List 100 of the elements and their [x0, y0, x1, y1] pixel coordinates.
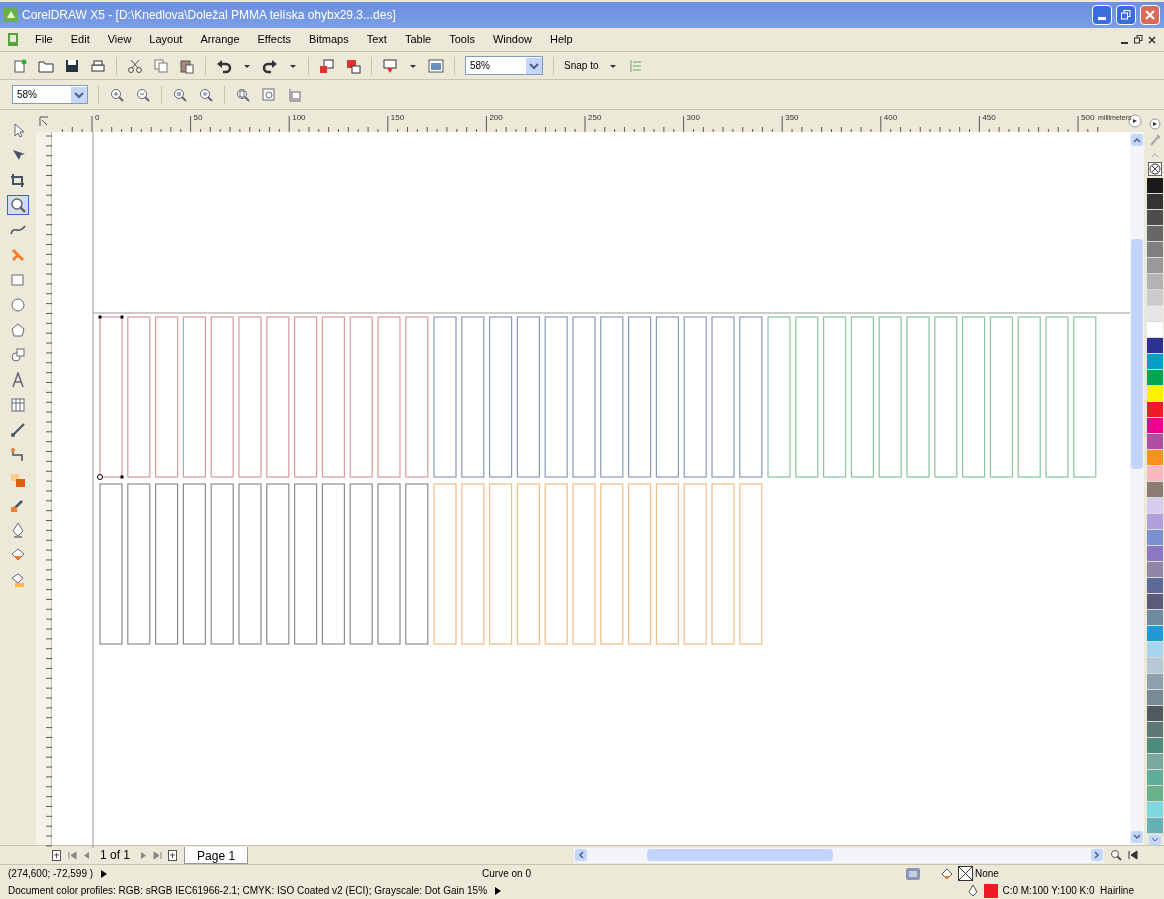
zoom-all-icon[interactable] — [198, 86, 214, 103]
navigator-icon[interactable] — [1128, 850, 1139, 860]
color-swatch[interactable] — [1147, 690, 1163, 706]
previous-page-icon[interactable] — [83, 850, 90, 860]
menu-item[interactable]: Bitmaps — [308, 31, 349, 48]
zoom-in-icon[interactable] — [109, 86, 125, 103]
color-swatch[interactable] — [1147, 354, 1163, 370]
color-swatch[interactable] — [1147, 498, 1163, 514]
undo-icon[interactable] — [216, 57, 232, 74]
welcome-screen-icon[interactable] — [428, 57, 444, 74]
color-swatch[interactable] — [1147, 706, 1163, 722]
menu-item[interactable]: Arrange — [200, 31, 240, 48]
color-swatch[interactable] — [1147, 466, 1163, 482]
scroll-right-icon[interactable] — [1091, 849, 1104, 861]
scroll-down-icon[interactable] — [1149, 835, 1161, 845]
next-page-icon[interactable] — [140, 850, 148, 860]
last-page-icon[interactable] — [153, 850, 163, 860]
menu-item[interactable]: Tools — [449, 31, 475, 48]
first-page-icon[interactable] — [68, 850, 77, 860]
scroll-up-icon[interactable] — [1131, 134, 1143, 146]
color-swatch[interactable] — [1147, 402, 1163, 418]
color-swatch[interactable] — [1147, 226, 1163, 242]
tool-button[interactable] — [7, 195, 29, 215]
color-swatch[interactable] — [1147, 290, 1163, 306]
menu-item[interactable]: Window — [492, 31, 532, 48]
color-swatch[interactable] — [1147, 418, 1163, 434]
menu-item[interactable]: Table — [404, 31, 432, 48]
color-swatch[interactable] — [1147, 610, 1163, 626]
color-swatch[interactable] — [1147, 674, 1163, 690]
menu-item[interactable]: File — [35, 31, 53, 48]
color-swatch[interactable] — [1147, 370, 1163, 386]
page-tab[interactable]: Page 1 — [184, 846, 249, 864]
minimize-button[interactable] — [1092, 5, 1112, 25]
print-icon[interactable] — [90, 57, 106, 74]
fill-bucket-icon[interactable] — [940, 866, 954, 881]
expand-arrow-icon[interactable] — [495, 886, 502, 895]
zoom-icon[interactable] — [1110, 849, 1123, 861]
selection-handles[interactable] — [97, 315, 124, 480]
menu-item[interactable]: Help — [550, 31, 573, 48]
close-icon[interactable] — [1148, 35, 1156, 44]
color-swatch[interactable] — [1147, 514, 1163, 530]
scroll-thumb[interactable] — [647, 849, 834, 861]
color-swatch[interactable] — [1147, 194, 1163, 210]
cut-icon[interactable] — [127, 57, 143, 74]
export-icon[interactable] — [345, 57, 361, 74]
expand-arrow-icon[interactable] — [101, 869, 108, 878]
zoom-selected-icon[interactable] — [172, 86, 188, 103]
color-swatch[interactable] — [1147, 450, 1163, 466]
color-swatch[interactable] — [1147, 546, 1163, 562]
color-swatch[interactable] — [1147, 770, 1163, 786]
color-swatch[interactable] — [1147, 722, 1163, 738]
zoom-height-icon[interactable] — [287, 86, 303, 103]
add-page-icon[interactable] — [52, 849, 62, 861]
color-swatch[interactable] — [1147, 258, 1163, 274]
color-swatch[interactable] — [1147, 178, 1163, 194]
close-button[interactable] — [1140, 5, 1160, 25]
pen-nib-icon[interactable] — [968, 884, 979, 897]
color-swatch[interactable] — [1147, 322, 1163, 338]
color-swatch[interactable] — [1147, 802, 1163, 818]
color-swatch[interactable] — [1147, 274, 1163, 290]
color-swatch[interactable] — [1147, 338, 1163, 354]
copy-icon[interactable] — [153, 57, 169, 74]
snap-to-button[interactable]: Snap to — [564, 58, 599, 73]
menu-item[interactable]: Text — [366, 31, 387, 48]
color-swatch[interactable] — [1147, 562, 1163, 578]
color-settings-icon[interactable] — [906, 867, 920, 880]
color-swatch[interactable] — [1147, 754, 1163, 770]
restore-icon[interactable] — [1134, 35, 1143, 44]
color-swatch[interactable] — [1147, 530, 1163, 546]
redo-icon[interactable] — [262, 57, 278, 74]
menu-item[interactable]: Effects — [257, 31, 291, 48]
color-swatch[interactable] — [1147, 386, 1163, 402]
color-swatch[interactable] — [1147, 242, 1163, 258]
scroll-down-icon[interactable] — [1131, 831, 1143, 843]
no-color-swatch-icon[interactable] — [1148, 162, 1162, 176]
color-swatch[interactable] — [1147, 306, 1163, 322]
color-swatch[interactable] — [1147, 626, 1163, 642]
menu-item[interactable]: Layout — [149, 31, 183, 48]
save-icon[interactable] — [64, 57, 80, 74]
new-document-icon[interactable] — [12, 57, 28, 74]
color-swatch[interactable] — [1147, 434, 1163, 450]
scroll-thumb[interactable] — [1131, 238, 1143, 469]
restore-button[interactable] — [1116, 5, 1136, 25]
zoom-level-dropdown[interactable]: 58% — [12, 85, 88, 104]
color-swatch[interactable] — [1147, 482, 1163, 498]
color-swatch[interactable] — [1147, 210, 1163, 226]
horizontal-scrollbar[interactable] — [574, 847, 1105, 863]
publish-icon[interactable] — [382, 57, 398, 74]
color-swatch[interactable] — [1147, 818, 1163, 834]
scroll-left-icon[interactable] — [575, 849, 588, 861]
flyout-icon[interactable] — [1149, 118, 1161, 130]
import-icon[interactable] — [319, 57, 335, 74]
color-swatch[interactable] — [1147, 642, 1163, 658]
vertical-scrollbar[interactable] — [1130, 132, 1144, 845]
menu-item[interactable]: Edit — [70, 31, 90, 48]
zoom-page-icon[interactable] — [235, 86, 251, 103]
zoom-out-icon[interactable] — [135, 86, 151, 103]
color-swatch[interactable] — [1147, 786, 1163, 802]
paste-icon[interactable] — [179, 57, 195, 74]
menu-item[interactable]: View — [107, 31, 132, 48]
